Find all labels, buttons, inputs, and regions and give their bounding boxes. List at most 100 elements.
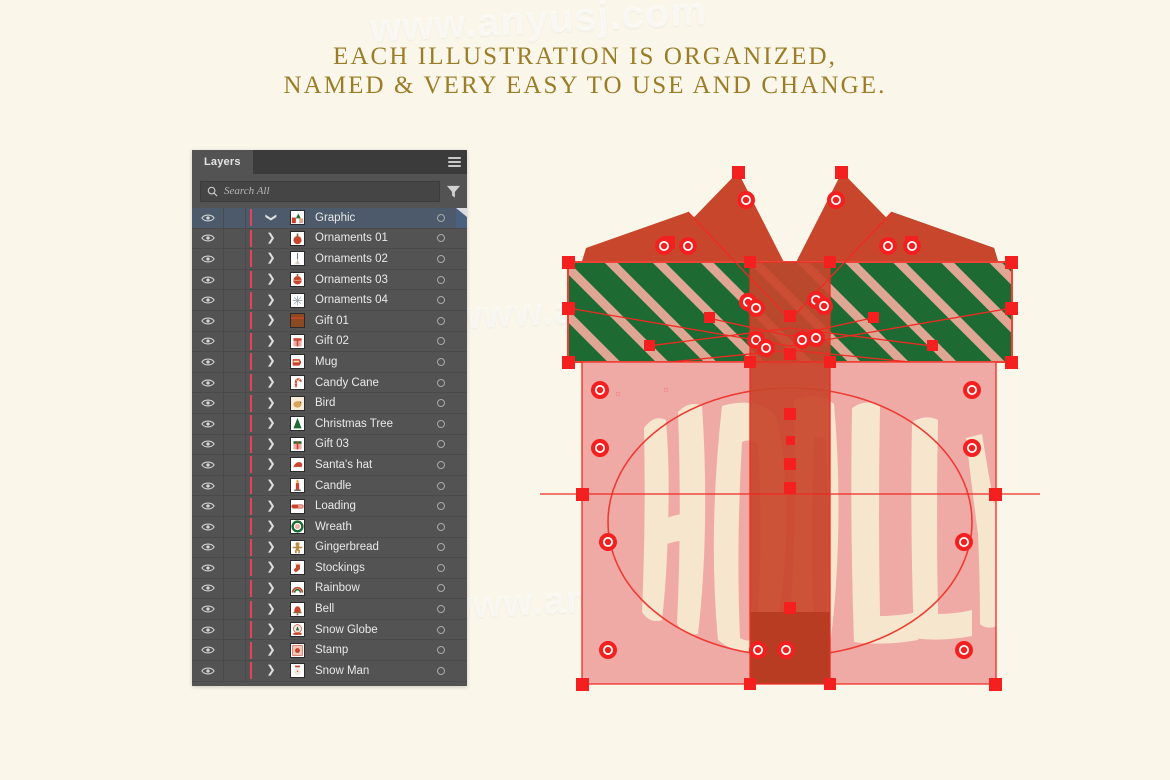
chevron-right-icon[interactable]: ❯ <box>256 644 286 656</box>
layer-row-candy-cane[interactable]: ❯ Candy Cane <box>192 372 467 394</box>
chevron-right-icon[interactable]: ❯ <box>256 459 286 470</box>
target-selector[interactable] <box>426 625 456 634</box>
lock-toggle[interactable] <box>224 269 246 290</box>
target-selector[interactable] <box>426 666 456 675</box>
target-selector[interactable] <box>426 543 456 552</box>
visibility-toggle[interactable] <box>192 496 224 516</box>
scrollbar-track[interactable] <box>456 579 467 599</box>
layer-row-snow-globe[interactable]: ❯ Snow Globe <box>192 619 467 641</box>
layer-row-graphic[interactable]: ❯ Graphic <box>192 208 467 229</box>
visibility-toggle[interactable] <box>192 290 224 310</box>
layer-row-ornaments-02[interactable]: ❯ Ornaments 02 <box>192 249 467 270</box>
target-selector[interactable] <box>426 378 456 387</box>
layer-row-rainbow[interactable]: ❯ Rainbow <box>192 578 467 600</box>
scrollbar-track[interactable] <box>456 311 467 331</box>
lock-toggle[interactable] <box>224 599 246 619</box>
visibility-toggle[interactable] <box>192 578 224 599</box>
scrollbar-track[interactable] <box>456 229 467 249</box>
target-selector[interactable] <box>426 213 456 222</box>
layer-row-stamp[interactable]: ❯ Stamp <box>192 640 467 662</box>
layer-row-santa-s-hat[interactable]: ❯ Santa's hat <box>192 455 467 476</box>
visibility-toggle[interactable] <box>192 228 224 249</box>
layer-row-bell[interactable]: ❯ Bell <box>192 599 467 620</box>
scrollbar-track[interactable] <box>456 620 467 640</box>
scrollbar-track[interactable] <box>456 599 467 619</box>
chevron-right-icon[interactable]: ❯ <box>256 253 286 264</box>
visibility-toggle[interactable] <box>192 249 224 269</box>
scrollbar-track[interactable] <box>456 352 467 372</box>
scrollbar-track[interactable] <box>456 640 467 660</box>
scrollbar-track[interactable] <box>456 558 467 578</box>
target-selector[interactable] <box>426 337 456 346</box>
target-selector[interactable] <box>426 254 456 263</box>
visibility-toggle[interactable] <box>192 516 224 537</box>
layer-row-snow-man[interactable]: ❯ Snow Man <box>192 661 467 682</box>
target-selector[interactable] <box>426 399 456 408</box>
scrollbar-thumb[interactable] <box>456 208 467 228</box>
visibility-toggle[interactable] <box>192 661 224 681</box>
target-selector[interactable] <box>426 234 456 243</box>
visibility-toggle[interactable] <box>192 269 224 290</box>
layer-row-christmas-tree[interactable]: ❯ Christmas Tree <box>192 413 467 435</box>
target-selector[interactable] <box>426 646 456 655</box>
chevron-right-icon[interactable]: ❯ <box>256 603 286 615</box>
chevron-right-icon[interactable]: ❯ <box>256 335 286 347</box>
search-input[interactable]: Search All <box>200 180 440 202</box>
lock-toggle[interactable] <box>224 558 246 578</box>
scrollbar-track[interactable] <box>456 435 467 455</box>
chevron-right-icon[interactable]: ❯ <box>256 582 286 594</box>
layer-row-loading[interactable]: ❯ Loading <box>192 496 467 517</box>
layer-row-gift-01[interactable]: ❯ Gift 01 <box>192 310 467 332</box>
scrollbar-track[interactable] <box>456 538 467 558</box>
scrollbar-track[interactable] <box>456 290 467 310</box>
chevron-right-icon[interactable]: ❯ <box>256 294 286 306</box>
layer-row-gift-02[interactable]: ❯ Gift 02 <box>192 331 467 353</box>
chevron-right-icon[interactable]: ❯ <box>256 521 286 532</box>
scrollbar-track[interactable] <box>456 496 467 516</box>
visibility-toggle[interactable] <box>192 455 224 475</box>
layer-row-stockings[interactable]: ❯ Stockings <box>192 558 467 579</box>
lock-toggle[interactable] <box>224 331 246 352</box>
lock-toggle[interactable] <box>224 372 246 393</box>
lock-toggle[interactable] <box>224 496 246 516</box>
layer-row-gift-03[interactable]: ❯ Gift 03 <box>192 434 467 456</box>
lock-toggle[interactable] <box>224 455 246 475</box>
lock-toggle[interactable] <box>224 516 246 537</box>
visibility-toggle[interactable] <box>192 393 224 413</box>
scrollbar-track[interactable] <box>456 476 467 496</box>
lock-toggle[interactable] <box>224 249 246 269</box>
layer-row-ornaments-04[interactable]: ❯ Ornaments 04 <box>192 290 467 311</box>
visibility-toggle[interactable] <box>192 352 224 372</box>
target-selector[interactable] <box>426 481 456 490</box>
lock-toggle[interactable] <box>224 434 246 455</box>
layer-row-ornaments-01[interactable]: ❯ Ornaments 01 <box>192 228 467 250</box>
chevron-right-icon[interactable]: ❯ <box>256 500 286 512</box>
lock-toggle[interactable] <box>224 393 246 413</box>
lock-toggle[interactable] <box>224 661 246 681</box>
scrollbar-track[interactable] <box>456 270 467 290</box>
chevron-right-icon[interactable]: ❯ <box>256 562 286 573</box>
layer-row-bird[interactable]: ❯ Bird <box>192 393 467 414</box>
chevron-right-icon[interactable]: ❯ <box>256 377 286 388</box>
visibility-toggle[interactable] <box>192 331 224 352</box>
scrollbar-track[interactable] <box>456 455 467 475</box>
visibility-toggle[interactable] <box>192 558 224 578</box>
visibility-toggle[interactable] <box>192 619 224 640</box>
lock-toggle[interactable] <box>224 619 246 640</box>
target-selector[interactable] <box>426 460 456 469</box>
chevron-right-icon[interactable]: ❯ <box>256 438 286 450</box>
chevron-right-icon[interactable]: ❯ <box>256 397 286 409</box>
scrollbar-track[interactable] <box>456 249 467 269</box>
lock-toggle[interactable] <box>224 475 246 496</box>
visibility-toggle[interactable] <box>192 413 224 434</box>
lock-toggle[interactable] <box>224 208 246 228</box>
chevron-right-icon[interactable]: ❯ <box>256 356 286 367</box>
target-selector[interactable] <box>426 419 456 428</box>
target-selector[interactable] <box>426 357 456 366</box>
visibility-toggle[interactable] <box>192 640 224 661</box>
scrollbar-track[interactable] <box>456 661 467 681</box>
target-selector[interactable] <box>426 502 456 511</box>
layer-row-gingerbread[interactable]: ❯ Gingerbread <box>192 537 467 559</box>
scrollbar-track[interactable] <box>456 373 467 393</box>
hamburger-menu-icon[interactable] <box>448 157 461 167</box>
